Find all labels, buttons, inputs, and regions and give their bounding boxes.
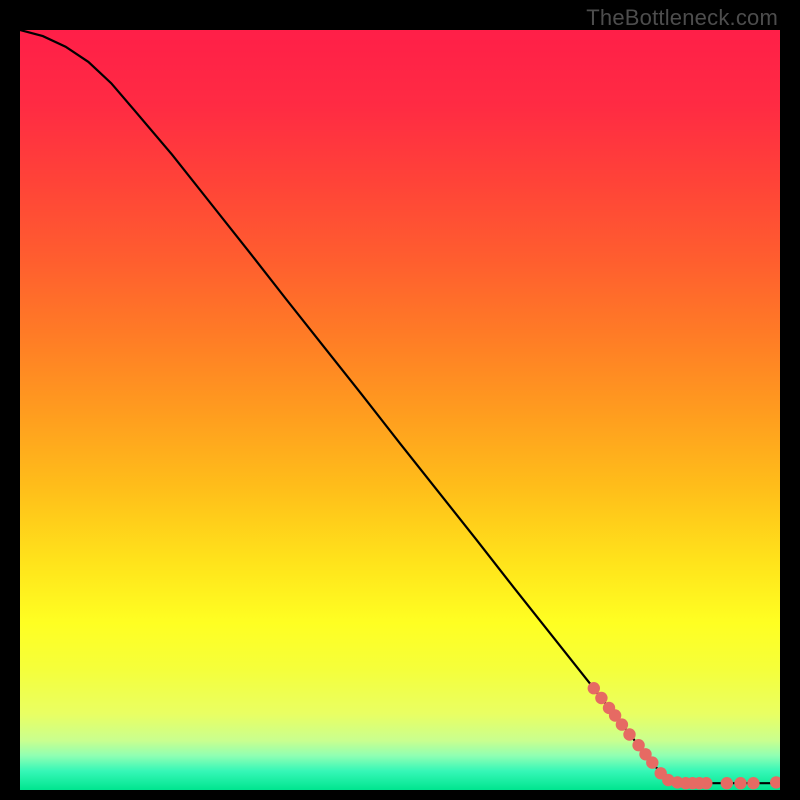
data-point (700, 777, 712, 789)
watermark-text: TheBottleneck.com (586, 5, 778, 31)
data-point (747, 777, 759, 789)
plot-area (20, 30, 780, 790)
data-point (595, 692, 607, 704)
data-point (721, 777, 733, 789)
data-point (646, 756, 658, 768)
data-point (734, 777, 746, 789)
data-point (616, 718, 628, 730)
data-point (623, 728, 635, 740)
data-point (588, 682, 600, 694)
chart-svg (20, 30, 780, 790)
gradient-background (20, 30, 780, 790)
chart-stage: TheBottleneck.com (0, 0, 800, 800)
